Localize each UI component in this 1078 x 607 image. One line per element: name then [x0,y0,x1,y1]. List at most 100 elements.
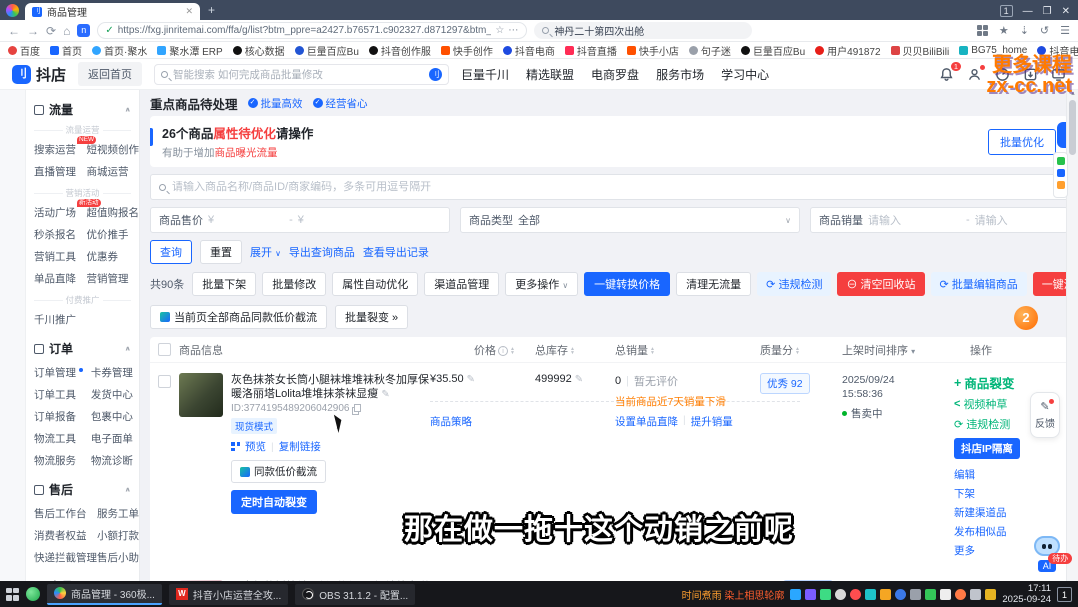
sidebar-item[interactable]: 服务工单 [97,506,140,521]
sort-icon[interactable]: ▲▼ [510,347,515,355]
sidebar-item[interactable]: 短视频创作 [87,142,140,157]
sidebar-item[interactable]: 优惠券 [87,249,140,264]
sidebar-item[interactable]: 物流工具 [34,431,91,446]
product-title[interactable]: 灰色抹茶女长筒小腿袜堆堆袜秋冬加厚保暖洛丽塔Lolita堆堆抹茶袜显瘦 [231,373,430,401]
sidebar-item[interactable]: 售后工作台 [34,506,97,521]
same-style-intercept-button[interactable]: 同款低价截流 [231,460,326,483]
bookmark-star-icon[interactable]: ☆ [495,25,504,36]
empty-recycle-button[interactable]: 清空回收站 [837,272,924,296]
tray-icon[interactable] [910,589,921,600]
bookmark-item[interactable]: 句子迷 [689,43,731,58]
bookmark-item[interactable]: 快手创作 [441,43,493,58]
sidebar-item[interactable]: 包裹中心 [91,409,139,424]
sidebar-item[interactable]: 订单工具 [34,387,91,402]
nav-jingxuan[interactable]: 精选联盟 [526,66,574,83]
export-log-link[interactable]: 查看导出记录 [363,244,429,260]
batch-edit-goods-button[interactable]: 批量编辑商品 [931,272,1027,296]
edge-tool-icon[interactable] [1057,181,1065,189]
nav-xuexi[interactable]: 学习中心 [721,66,769,83]
edge-tool-icon[interactable] [1057,169,1065,177]
nav-luopan[interactable]: 电商罗盘 [591,66,639,83]
op-offshelf-link[interactable]: 下架 [954,486,1046,501]
tray-icon[interactable] [820,589,831,600]
edit-icon[interactable] [575,374,583,385]
home-icon[interactable]: ⌂ [63,24,70,38]
address-more-icon[interactable]: ⋯ [508,25,519,36]
export-link[interactable]: 导出查询商品 [289,244,355,260]
collapse-icon[interactable] [125,106,132,113]
bookmark-item[interactable]: 百度 [8,43,40,58]
address-bar[interactable]: ✓ https://fxg.jinritemai.com/ffa/g/list?… [97,22,527,39]
collapse-icon[interactable] [125,345,132,352]
expand-link[interactable]: 展开 [250,244,281,260]
nav-qianchuan[interactable]: 巨量千川 [461,66,509,83]
tray-icon[interactable] [895,589,906,600]
ai-search-icon[interactable]: 刂 [429,68,442,81]
sidebar-item[interactable]: 电子面单 [91,431,139,446]
back-home-button[interactable]: 返回首页 [78,62,142,86]
nav-fuwu[interactable]: 服务市场 [656,66,704,83]
app-search-box[interactable]: 智能搜索 如何完成商品批量修改 刂 [154,64,449,85]
strategy-link[interactable]: 商品策略 [430,416,472,428]
select-all-checkbox[interactable] [158,343,171,356]
clean-no-traffic-button[interactable]: 清理无流量 [676,272,751,296]
sidebar-item[interactable]: 物流服务 [34,453,91,468]
batch-edit-button[interactable]: 批量修改 [262,272,326,296]
history-icon[interactable]: ↺ [1040,24,1049,37]
tray-icon[interactable] [970,589,981,600]
sidebar-item[interactable]: 物流诊断 [91,453,139,468]
sales-range-filter[interactable]: 商品销量 请输入 - 请输入 [810,207,1068,233]
account-icon[interactable] [967,67,982,82]
tray-icon[interactable] [850,589,861,600]
doudian-logo[interactable]: 刂 抖店 [12,64,66,85]
qrcode-icon[interactable] [231,442,240,451]
tab-count-badge[interactable]: 1 [1000,5,1013,17]
sidebar-item[interactable]: 超值购报名 [87,205,140,220]
sidebar-section-goods[interactable]: 商品 [26,571,139,581]
taskbar-clock[interactable]: 17:112025-09-24 [1002,583,1051,605]
menu-icon[interactable]: ☰ [1060,24,1070,37]
copy-link[interactable]: 复制链接 [279,439,321,454]
bookmark-item[interactable]: 巨量百应Bu [295,43,359,58]
sidebar-section-flow[interactable]: 流量 [26,94,139,122]
bookmark-item[interactable]: 首页·聚水 [92,43,147,58]
tray-icon[interactable] [880,589,891,600]
notification-center-icon[interactable]: 1 [1057,587,1072,602]
bookmark-item[interactable]: 用户491872 [815,43,880,58]
op-edit-link[interactable]: 编辑 [954,467,1046,482]
apps-grid-icon[interactable] [977,25,988,36]
taskbar-pinned-icon[interactable] [26,587,40,601]
minimize-button[interactable]: — [1023,6,1033,17]
sidebar-item[interactable]: 卡券管理 [91,365,139,380]
tray-icon[interactable] [940,589,951,600]
sort-icon[interactable]: ▲▼ [570,347,575,355]
batch-offshelf-button[interactable]: 批量下架 [192,272,256,296]
bell-icon[interactable]: 1 [939,67,954,82]
bookmark-item[interactable]: 抖音电商 [503,43,555,58]
tray-icon[interactable] [955,589,966,600]
back-icon[interactable]: ← [8,24,20,38]
scrollbar-thumb[interactable] [1069,100,1076,155]
channel-goods-button[interactable]: 渠道品管理 [424,272,499,296]
convert-price-button[interactable]: 一键转换价格 [584,272,670,296]
violation-check-button[interactable]: 违规检测 [757,272,831,296]
ip-isolate-button[interactable]: 抖店IP隔离 [954,438,1020,459]
new-tab-button[interactable]: + [208,3,215,17]
bookmark-item[interactable]: 快手小店 [627,43,679,58]
taskbar-app-obs[interactable]: OBS 31.1.2 - 配置... [295,584,415,605]
sidebar-item[interactable]: 秒杀报名 [34,227,87,242]
query-button[interactable]: 查询 [150,240,192,264]
boost-sales-link[interactable]: 提升销量 [691,414,733,429]
bookmark-item[interactable]: 首页 [50,43,82,58]
browser-search-box[interactable]: 神丹二十第四次出舱 [534,22,752,39]
tray-icon[interactable] [865,589,876,600]
taskbar-app-browser[interactable]: 商品管理 - 360极... [47,584,162,605]
more-actions-button[interactable]: 更多操作 [505,272,578,296]
bookmark-item[interactable]: 巨量百应Bu [741,43,805,58]
favorites-icon[interactable]: ★ [999,24,1009,37]
bookmark-item[interactable]: 贝贝BiliBili [891,43,950,58]
tab-close-icon[interactable]: ✕ [185,6,193,17]
preview-link[interactable]: 预览 [245,439,266,454]
sidebar-item[interactable]: 小额打款 [97,528,140,543]
maximize-button[interactable]: ❐ [1043,6,1052,17]
